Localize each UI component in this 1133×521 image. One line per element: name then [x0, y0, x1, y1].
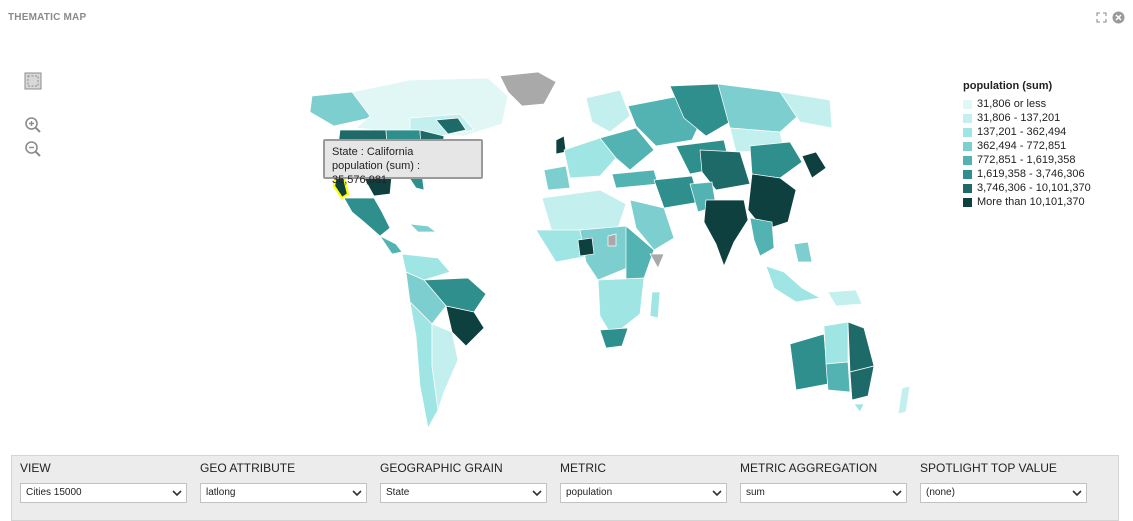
view-value: Cities 15000	[26, 487, 82, 498]
chevron-down-icon	[892, 490, 902, 497]
metric-aggregation-select[interactable]: sum	[740, 483, 907, 503]
region-caribbean[interactable]	[409, 223, 438, 233]
region-india[interactable]	[703, 199, 749, 267]
metric-aggregation-label: METRIC AGGREGATION	[740, 461, 878, 475]
legend-label: 31,806 - 137,201	[977, 112, 1061, 124]
legend-swatch	[963, 197, 972, 207]
legend-label: More than 10,101,370	[977, 196, 1085, 208]
spotlight-label: SPOTLIGHT TOP VALUE	[920, 461, 1057, 475]
legend-item: 3,746,306 - 10,101,370	[963, 181, 1091, 195]
legend-item: 31,806 or less	[963, 97, 1091, 111]
legend-label: 1,619,358 - 3,746,306	[977, 168, 1085, 180]
legend-label: 772,851 - 1,619,358	[977, 154, 1076, 166]
world-map[interactable]	[260, 66, 940, 438]
geo-attribute-label: GEO ATTRIBUTE	[200, 461, 296, 475]
legend-swatch	[963, 127, 972, 137]
region-siberia[interactable]	[717, 83, 801, 133]
close-icon[interactable]	[1112, 11, 1125, 24]
spotlight-value: (none)	[926, 487, 955, 498]
selection-box-icon[interactable]	[24, 72, 42, 90]
legend-item: 137,201 - 362,494	[963, 125, 1091, 139]
metric-aggregation-value: sum	[746, 487, 765, 498]
region-mexico[interactable]	[343, 197, 391, 237]
legend-swatch	[963, 99, 972, 109]
region-nodata-horn[interactable]	[649, 253, 665, 269]
legend-label: 3,746,306 - 10,101,370	[977, 182, 1091, 194]
spotlight-select[interactable]: (none)	[920, 483, 1087, 503]
region-iberia[interactable]	[543, 165, 571, 191]
zoom-in-icon[interactable]	[24, 116, 42, 134]
region-scandinavia[interactable]	[585, 89, 631, 133]
region-greenland[interactable]	[499, 71, 557, 107]
geographic-grain-value: State	[386, 487, 410, 498]
zoom-out-icon[interactable]	[24, 140, 42, 158]
region-southern-africa[interactable]	[597, 277, 645, 337]
map-tools	[24, 72, 42, 158]
chevron-down-icon	[712, 490, 722, 497]
region-madagascar[interactable]	[649, 291, 661, 319]
region-nigeria[interactable]	[577, 237, 595, 257]
region-nodata-africa[interactable]	[607, 233, 617, 247]
region-indochina[interactable]	[749, 217, 775, 257]
view-select[interactable]: Cities 15000	[20, 483, 187, 503]
geo-attribute-select[interactable]: latlong	[200, 483, 367, 503]
region-argentina[interactable]	[431, 323, 459, 411]
spotlight-control: SPOTLIGHT TOP VALUE (none)	[920, 460, 1087, 503]
legend-swatch	[963, 113, 972, 123]
legend-item: 772,851 - 1,619,358	[963, 153, 1091, 167]
chevron-down-icon	[172, 490, 182, 497]
tooltip-value: population (sum) : 35,576,981	[332, 160, 421, 186]
region-nsw-victoria[interactable]	[849, 365, 875, 401]
region-western-australia[interactable]	[789, 333, 829, 391]
region-new-zealand[interactable]	[897, 385, 911, 415]
region-northern-territory[interactable]	[823, 321, 849, 365]
region-queensland[interactable]	[847, 321, 875, 373]
legend-item: 362,494 - 772,851	[963, 139, 1091, 153]
legend-label: 31,806 or less	[977, 98, 1047, 110]
geo-attribute-value: latlong	[206, 487, 236, 498]
region-philippines[interactable]	[793, 241, 813, 263]
metric-aggregation-control: METRIC AGGREGATION sum	[740, 460, 907, 503]
view-label: VIEW	[20, 461, 51, 475]
metric-select[interactable]: population	[560, 483, 727, 503]
geo-attribute-control: GEO ATTRIBUTE latlong	[200, 460, 367, 503]
metric-control: METRIC population	[560, 460, 727, 503]
legend-item: 31,806 - 137,201	[963, 111, 1091, 125]
region-china-north[interactable]	[749, 141, 803, 179]
legend-label: 137,201 - 362,494	[977, 126, 1067, 138]
legend-title: population (sum)	[963, 80, 1053, 92]
metric-label: METRIC	[560, 461, 606, 475]
map-tooltip: State : California population (sum) : 35…	[323, 139, 483, 186]
region-north-africa[interactable]	[541, 189, 627, 233]
region-central-america[interactable]	[378, 235, 403, 255]
region-south-australia[interactable]	[825, 361, 851, 393]
geographic-grain-select[interactable]: State	[380, 483, 547, 503]
view-control: VIEW Cities 15000	[20, 460, 187, 503]
map-legend: population (sum) 31,806 or less 31,806 - …	[963, 80, 1091, 209]
geographic-grain-label: GEOGRAPHIC GRAIN	[380, 461, 503, 475]
legend-item: 1,619,358 - 3,746,306	[963, 167, 1091, 181]
region-new-guinea[interactable]	[827, 289, 863, 307]
legend-swatch	[963, 155, 972, 165]
region-south-africa[interactable]	[599, 327, 629, 349]
legend-label: 362,494 - 772,851	[977, 140, 1067, 152]
region-turkey[interactable]	[611, 169, 659, 189]
legend-item: More than 10,101,370	[963, 195, 1091, 209]
region-tasmania[interactable]	[853, 403, 865, 413]
chevron-down-icon	[1072, 490, 1082, 497]
metric-value: population	[566, 487, 613, 498]
legend-swatch	[963, 183, 972, 193]
legend-swatch	[963, 141, 972, 151]
panel-title: THEMATIC MAP	[8, 12, 87, 23]
map-controls-bar: VIEW Cities 15000 GEO ATTRIBUTE latlong …	[11, 455, 1119, 521]
region-korea-japan[interactable]	[801, 151, 827, 179]
window-controls	[1095, 11, 1125, 24]
tooltip-region: State : California	[332, 146, 414, 158]
geographic-grain-control: GEOGRAPHIC GRAIN State	[380, 460, 547, 503]
chevron-down-icon	[352, 490, 362, 497]
expand-icon[interactable]	[1095, 11, 1108, 24]
legend-swatch	[963, 169, 972, 179]
chevron-down-icon	[532, 490, 542, 497]
region-indonesia[interactable]	[765, 265, 822, 303]
